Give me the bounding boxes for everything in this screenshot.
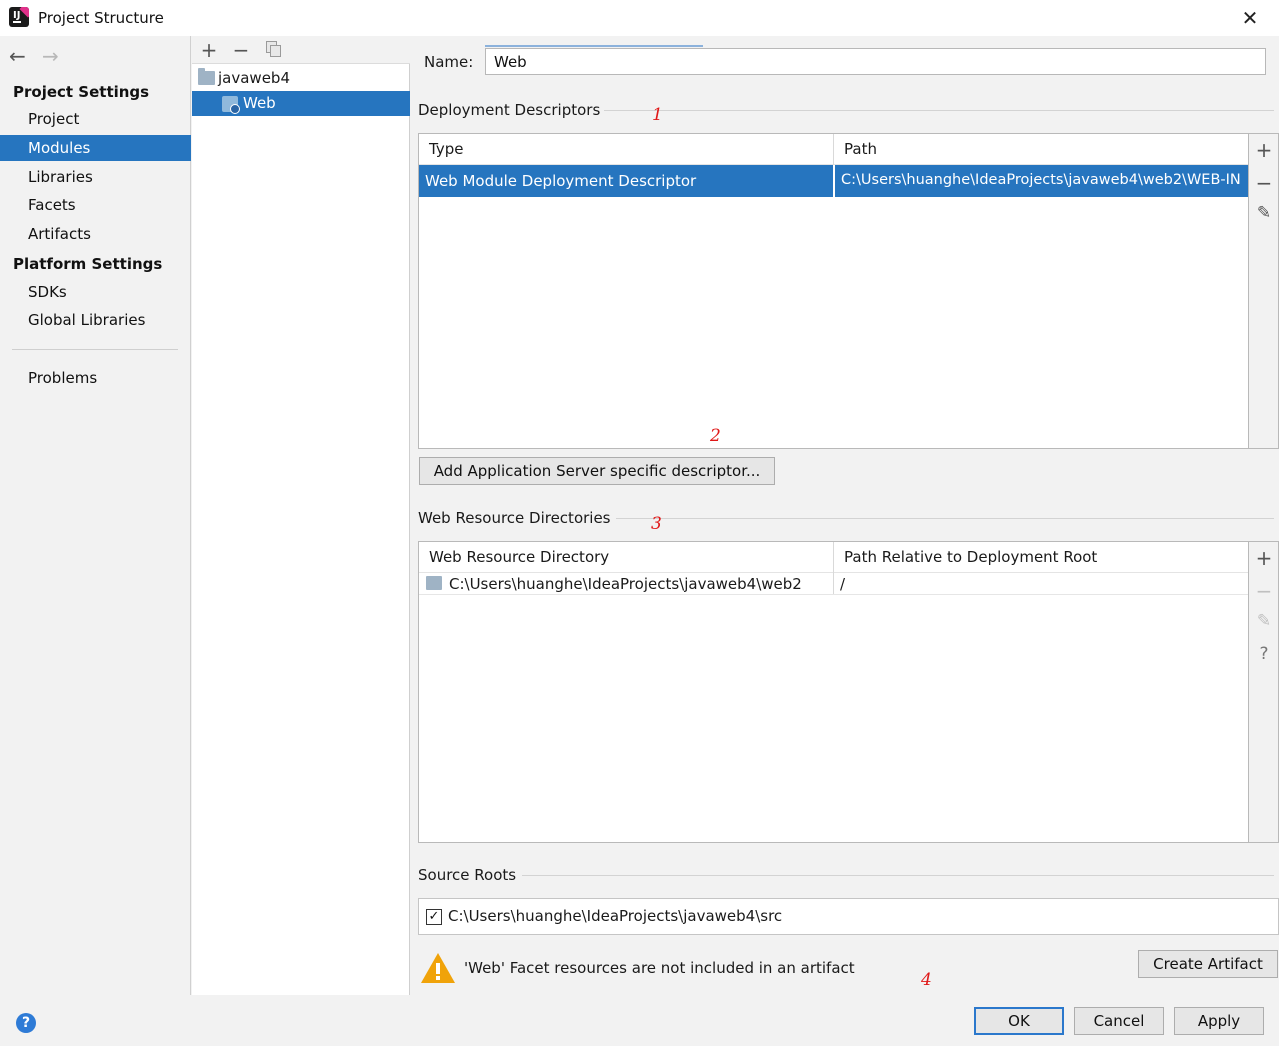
sidebar-item-modules[interactable]: Modules (0, 135, 191, 161)
column-header-relative-path[interactable]: Path Relative to Deployment Root (834, 542, 1248, 573)
column-header-path[interactable]: Path (834, 134, 1248, 165)
name-input[interactable] (485, 48, 1266, 75)
add-resource-icon[interactable]: + (1249, 546, 1279, 570)
module-folder-icon (198, 68, 215, 85)
descriptor-path-cell: C:\Users\huanghe\IdeaProjects\javaweb4\w… (841, 172, 1241, 188)
cell-separator (833, 165, 835, 197)
remove-icon[interactable]: − (231, 38, 251, 62)
tree-toolbar (192, 36, 410, 64)
sidebar-item-facets[interactable]: Facets (0, 192, 191, 218)
close-icon[interactable]: ✕ (1236, 4, 1264, 32)
section-divider (616, 518, 1274, 519)
annotation-4: 4 (921, 970, 932, 990)
sidebar-divider (12, 349, 178, 350)
sidebar-item-sdks[interactable]: SDKs (0, 279, 191, 305)
edit-descriptor-icon[interactable]: ✎ (1249, 203, 1279, 223)
table-row[interactable]: C:\Users\huanghe\IdeaProjects\javaweb4\w… (419, 573, 1248, 595)
tree-item-javaweb4[interactable]: javaweb4 (218, 69, 290, 87)
web-resource-directories-title: Web Resource Directories (418, 509, 611, 527)
add-server-descriptor-button[interactable]: Add Application Server specific descript… (419, 457, 775, 485)
sidebar-item-libraries[interactable]: Libraries (0, 164, 191, 190)
remove-descriptor-icon[interactable]: − (1249, 171, 1279, 195)
deployment-side-toolbar: + − ✎ (1249, 133, 1279, 449)
add-icon[interactable]: + (199, 38, 219, 62)
web-resources-side-toolbar: + − ✎ ? (1249, 541, 1279, 843)
deployment-descriptors-title: Deployment Descriptors (418, 101, 601, 119)
warning-message: 'Web' Facet resources are not included i… (464, 959, 855, 977)
copy-icon[interactable] (266, 41, 282, 57)
apply-button[interactable]: Apply (1174, 1007, 1264, 1035)
intellij-logo-icon: IJ (9, 7, 29, 27)
window-title: Project Structure (38, 9, 164, 27)
annotation-1: 1 (652, 105, 663, 125)
module-tree (192, 36, 410, 995)
relative-path-cell: / (840, 575, 846, 593)
add-descriptor-icon[interactable]: + (1249, 138, 1279, 162)
edit-resource-icon[interactable]: ✎ (1249, 611, 1279, 631)
resource-directory-cell: C:\Users\huanghe\IdeaProjects\javaweb4\w… (449, 575, 802, 593)
annotation-2: 2 (710, 426, 721, 446)
section-divider (604, 110, 1274, 111)
name-label: Name: (424, 53, 474, 71)
source-root-path: C:\Users\huanghe\IdeaProjects\javaweb4\s… (448, 907, 783, 925)
column-header-type[interactable]: Type (419, 134, 834, 165)
sidebar-item-artifacts[interactable]: Artifacts (0, 221, 191, 247)
name-focus-indicator (485, 45, 703, 47)
help-question-icon[interactable]: ? (1249, 644, 1279, 664)
annotation-3: 3 (651, 514, 662, 534)
sidebar-item-project[interactable]: Project (0, 106, 191, 132)
source-root-checkbox[interactable]: ✓ (426, 909, 442, 925)
web-facet-icon (222, 96, 240, 114)
project-settings-heading: Project Settings (13, 83, 150, 101)
help-icon[interactable]: ? (16, 1013, 36, 1033)
cancel-button[interactable]: Cancel (1074, 1007, 1164, 1035)
column-separator (833, 134, 834, 165)
warning-icon (421, 953, 455, 983)
sidebar-item-problems[interactable]: Problems (0, 365, 191, 391)
deployment-descriptors-table: Type Path Web Module Deployment Descript… (418, 133, 1249, 449)
back-arrow-icon[interactable]: ← (9, 44, 26, 68)
forward-arrow-icon[interactable]: → (42, 44, 59, 68)
remove-resource-icon[interactable]: − (1249, 579, 1279, 603)
section-divider (522, 875, 1274, 876)
tree-item-web-label: Web (243, 94, 276, 112)
sidebar-item-global-libraries[interactable]: Global Libraries (0, 307, 191, 333)
ok-button[interactable]: OK (974, 1007, 1064, 1035)
web-folder-icon (426, 576, 442, 590)
platform-settings-heading: Platform Settings (13, 255, 163, 273)
source-roots-title: Source Roots (418, 866, 517, 884)
descriptor-type-cell: Web Module Deployment Descriptor (425, 172, 697, 190)
create-artifact-button[interactable]: Create Artifact (1138, 950, 1278, 978)
title-bar (0, 0, 1279, 36)
table-row[interactable]: Web Module Deployment Descriptor C:\User… (419, 165, 1248, 197)
web-resource-directories-table: Web Resource Directory Path Relative to … (418, 541, 1249, 843)
column-header-web-resource-directory[interactable]: Web Resource Directory (419, 542, 834, 573)
